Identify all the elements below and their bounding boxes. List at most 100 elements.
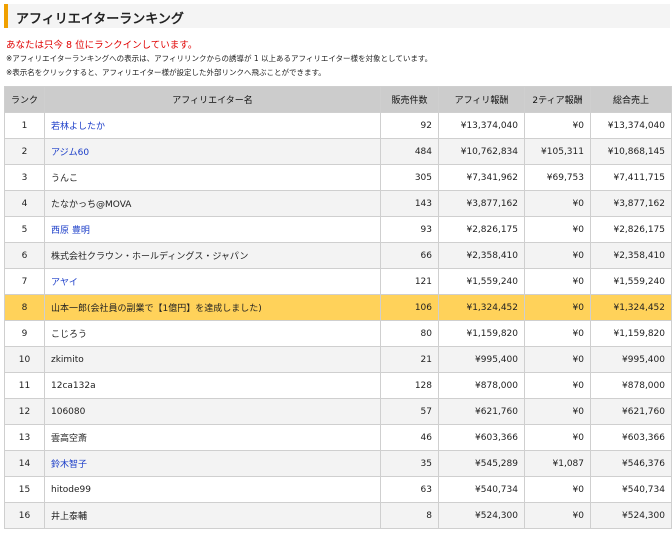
rank-cell: 2 xyxy=(4,138,45,165)
affiliate-reward-cell: ¥621,760 xyxy=(438,398,525,425)
sales-count-cell: 93 xyxy=(380,216,439,243)
affiliator-name-cell: zkimito xyxy=(44,346,381,373)
rank-cell: 11 xyxy=(4,372,45,399)
rank-cell: 1 xyxy=(4,112,45,139)
affiliator-name-cell: 井上泰輔 xyxy=(44,502,381,529)
affiliator-name-text: 井上泰輔 xyxy=(51,512,88,522)
affiliate-reward-cell: ¥3,877,162 xyxy=(438,190,525,217)
affiliate-reward-cell: ¥603,366 xyxy=(438,424,525,451)
total-sales-cell: ¥995,400 xyxy=(590,346,672,373)
col-header-affiliator-name: アフィリエイター名 xyxy=(44,86,381,113)
sales-count-cell: 305 xyxy=(380,164,439,191)
total-sales-cell: ¥2,358,410 xyxy=(590,242,672,269)
tier2-reward-cell: ¥0 xyxy=(524,424,591,451)
tier2-reward-cell: ¥0 xyxy=(524,112,591,139)
affiliator-name-cell: 若林よしたか xyxy=(44,112,381,139)
affiliator-name-link[interactable]: アヤイ xyxy=(51,278,78,288)
tier2-reward-cell: ¥0 xyxy=(524,294,591,321)
affiliator-name-cell: 鈴木智子 xyxy=(44,450,381,477)
affiliator-name-text: 山本一郎(会社員の副業で【1億円】を達成しました) xyxy=(51,304,262,314)
affiliate-reward-cell: ¥878,000 xyxy=(438,372,525,399)
sales-count-cell: 35 xyxy=(380,450,439,477)
affiliator-name-link[interactable]: 若林よしたか xyxy=(51,122,105,132)
sales-count-cell: 92 xyxy=(380,112,439,139)
affiliator-name-text: こじろう xyxy=(51,330,88,340)
affiliator-name-text: 株式会社クラウン・ホールディングス・ジャパン xyxy=(51,252,249,262)
affiliator-name-text: zkimito xyxy=(51,354,84,365)
affiliate-reward-cell: ¥1,159,820 xyxy=(438,320,525,347)
affiliate-reward-cell: ¥2,826,175 xyxy=(438,216,525,243)
rank-cell: 7 xyxy=(4,268,45,295)
affiliate-reward-cell: ¥1,324,452 xyxy=(438,294,525,321)
table-row: 10 zkimito 21 ¥995,400 ¥0 ¥995,400 xyxy=(4,346,672,373)
tier2-reward-cell: ¥0 xyxy=(524,346,591,373)
table-row: 8 山本一郎(会社員の副業で【1億円】を達成しました) 106 ¥1,324,452 ¥… xyxy=(4,294,672,321)
table-row: 2 アジム60 484 ¥10,762,834 ¥105,311 ¥10,868,145 xyxy=(4,138,672,165)
total-sales-cell: ¥524,300 xyxy=(590,502,672,529)
affiliator-name-text: うんこ xyxy=(51,174,79,184)
total-sales-cell: ¥1,559,240 xyxy=(590,268,672,295)
affiliator-name-link[interactable]: アジム60 xyxy=(51,148,89,158)
affiliator-name-cell: 株式会社クラウン・ホールディングス・ジャパン xyxy=(44,242,381,269)
rank-cell: 15 xyxy=(4,476,45,503)
affiliate-reward-cell: ¥524,300 xyxy=(438,502,525,529)
total-sales-cell: ¥3,877,162 xyxy=(590,190,672,217)
sales-count-cell: 57 xyxy=(380,398,439,425)
rank-cell: 14 xyxy=(4,450,45,477)
sales-count-cell: 63 xyxy=(380,476,439,503)
affiliator-name-text: 106080 xyxy=(51,406,86,417)
affiliator-name-link[interactable]: 西原 豊明 xyxy=(51,226,90,236)
page-title: アフィリエイターランキング xyxy=(16,12,184,27)
total-sales-cell: ¥878,000 xyxy=(590,372,672,399)
affiliator-name-cell: こじろう xyxy=(44,320,381,347)
table-row: 1 若林よしたか 92 ¥13,374,040 ¥0 ¥13,374,040 xyxy=(4,112,672,139)
tier2-reward-cell: ¥0 xyxy=(524,216,591,243)
affiliator-name-cell: うんこ xyxy=(44,164,381,191)
affiliator-name-text: hitode99 xyxy=(51,484,91,495)
affiliate-reward-cell: ¥1,559,240 xyxy=(438,268,525,295)
rank-cell: 6 xyxy=(4,242,45,269)
affiliate-reward-cell: ¥545,289 xyxy=(438,450,525,477)
tier2-reward-cell: ¥1,087 xyxy=(524,450,591,477)
table-row: 16 井上泰輔 8 ¥524,300 ¥0 ¥524,300 xyxy=(4,502,672,529)
col-header-affiliate-reward: アフィリ報酬 xyxy=(438,86,525,113)
affiliator-name-cell: 雲高空斎 xyxy=(44,424,381,451)
affiliator-name-link[interactable]: 鈴木智子 xyxy=(51,460,87,470)
rank-message: あなたは只今 8 位にランクインしています。 xyxy=(6,40,198,51)
affiliator-name-cell: アジム60 xyxy=(44,138,381,165)
rank-cell: 10 xyxy=(4,346,45,373)
tier2-reward-cell: ¥69,753 xyxy=(524,164,591,191)
sales-count-cell: 106 xyxy=(380,294,439,321)
total-sales-cell: ¥540,734 xyxy=(590,476,672,503)
tier2-reward-cell: ¥105,311 xyxy=(524,138,591,165)
affiliator-name-text: たなかっち@MOVA xyxy=(51,200,132,210)
total-sales-cell: ¥2,826,175 xyxy=(590,216,672,243)
rank-cell: 8 xyxy=(4,294,45,321)
total-sales-cell: ¥7,411,715 xyxy=(590,164,672,191)
col-header-rank: ランク xyxy=(4,86,45,113)
sales-count-cell: 128 xyxy=(380,372,439,399)
tier2-reward-cell: ¥0 xyxy=(524,242,591,269)
total-sales-cell: ¥1,159,820 xyxy=(590,320,672,347)
table-row: 7 アヤイ 121 ¥1,559,240 ¥0 ¥1,559,240 xyxy=(4,268,672,295)
tier2-reward-cell: ¥0 xyxy=(524,398,591,425)
col-header-tier2-reward: 2ティア報酬 xyxy=(524,86,591,113)
tier2-reward-cell: ¥0 xyxy=(524,502,591,529)
affiliate-reward-cell: ¥7,341,962 xyxy=(438,164,525,191)
affiliator-name-cell: アヤイ xyxy=(44,268,381,295)
col-header-sales-count: 販売件数 xyxy=(380,86,439,113)
rank-cell: 16 xyxy=(4,502,45,529)
affiliator-name-cell: 12ca132a xyxy=(44,372,381,399)
table-row: 6 株式会社クラウン・ホールディングス・ジャパン 66 ¥2,358,410 ¥0 ¥2,… xyxy=(4,242,672,269)
page-title-bar: アフィリエイターランキング xyxy=(4,4,670,28)
rank-cell: 5 xyxy=(4,216,45,243)
total-sales-cell: ¥10,868,145 xyxy=(590,138,672,165)
affiliator-name-text: 12ca132a xyxy=(51,380,96,391)
affiliator-name-cell: hitode99 xyxy=(44,476,381,503)
table-row: 14 鈴木智子 35 ¥545,289 ¥1,087 ¥546,376 xyxy=(4,450,672,477)
rank-cell: 12 xyxy=(4,398,45,425)
affiliate-reward-cell: ¥10,762,834 xyxy=(438,138,525,165)
tier2-reward-cell: ¥0 xyxy=(524,476,591,503)
affiliator-name-text: 雲高空斎 xyxy=(51,434,88,444)
affiliator-name-cell: たなかっち@MOVA xyxy=(44,190,381,217)
